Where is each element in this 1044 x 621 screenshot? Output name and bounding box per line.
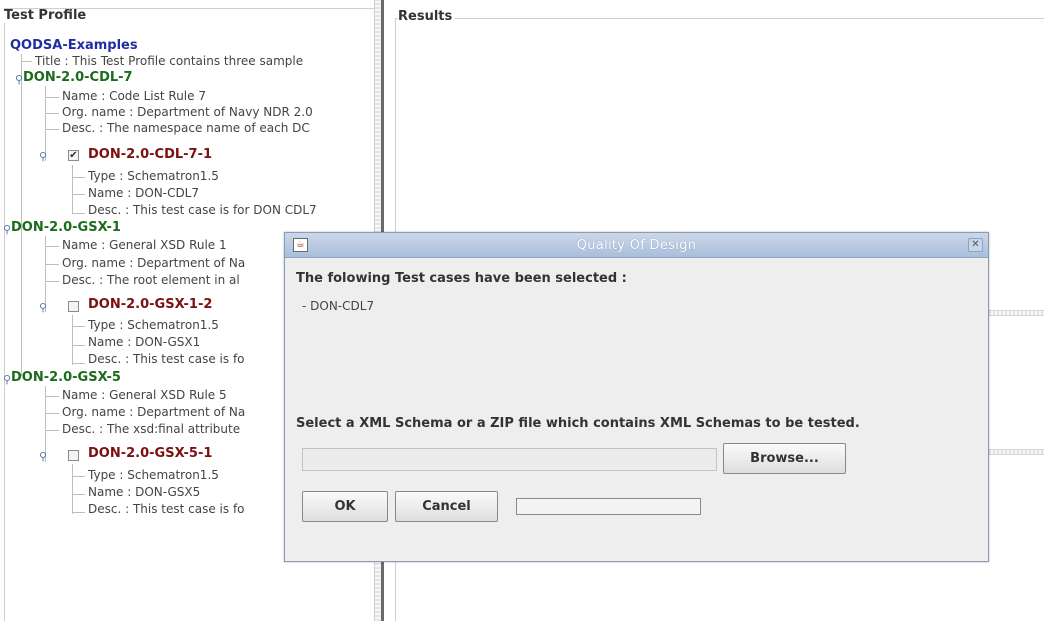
tree-testcase-type: Type : Schematron1.5 [88,468,219,482]
checkmark-icon: ✔ [69,150,78,161]
tree-testcase-desc: Desc. : This test case is for DON CDL7 [88,203,317,217]
quality-of-design-dialog: ☕ Quality Of Design ✕ The folowing Test … [284,232,989,562]
tree-testcase-name: Name : DON-CDL7 [88,186,200,200]
testcase-checkbox[interactable] [68,450,79,461]
results-title: Results [398,10,456,24]
selected-case-item: - DON-CDL7 [302,299,375,313]
tree-rule-name: Name : General XSD Rule 1 [62,238,227,252]
schema-instruction: Select a XML Schema or a ZIP file which … [296,416,860,431]
selected-cases-heading: The folowing Test cases have been select… [296,271,627,286]
tree-rule-name: Name : General XSD Rule 5 [62,388,227,402]
tree-rule-org: Org. name : Department of Na [62,405,246,419]
tree-testcase-name: Name : DON-GSX5 [88,485,201,499]
tree-rule-desc: Desc. : The root element in al [62,273,240,287]
tree-testcase-cdl-7-1[interactable]: DON-2.0-CDL-7-1 [88,147,212,162]
tree-root[interactable]: QODSA-Examples [10,38,138,53]
tree-expand-handle-icon[interactable]: ⚲ [15,74,23,85]
close-icon[interactable]: ✕ [968,238,983,252]
browse-button[interactable]: Browse... [723,443,846,474]
tree-expand-handle-icon[interactable]: ⚲ [39,302,47,313]
tree-testcase-type: Type : Schematron1.5 [88,169,219,183]
tree-root-title: Title : This Test Profile contains three… [35,54,304,68]
tree-expand-handle-icon[interactable]: ⚲ [3,374,11,385]
dialog-titlebar[interactable]: ☕ Quality Of Design ✕ [285,233,988,258]
cancel-button[interactable]: Cancel [395,491,498,522]
tree-testcase-name: Name : DON-GSX1 [88,335,201,349]
tree-expand-handle-icon[interactable]: ⚲ [39,151,47,162]
tree-testcase-desc: Desc. : This test case is fo [88,352,245,366]
tree-rule-desc: Desc. : The xsd:final attribute [62,422,241,436]
progress-bar [516,498,701,515]
tree-testcase-desc: Desc. : This test case is fo [88,502,245,516]
testcase-checkbox[interactable]: ✔ [68,150,79,161]
schema-file-field[interactable] [302,448,717,471]
dialog-title: Quality Of Design [576,238,697,253]
testcase-checkbox[interactable] [68,301,79,312]
results-splitter[interactable] [989,310,1044,316]
tree-testcase-gsx-1-2[interactable]: DON-2.0-GSX-1-2 [88,297,212,312]
tree-rule-name: Name : Code List Rule 7 [62,89,206,103]
tree-rule-org: Org. name : Department of Navy NDR 2.0 [62,105,313,119]
results-splitter[interactable] [989,449,1044,455]
tree-expand-handle-icon[interactable]: ⚲ [3,224,11,235]
tree-rule-desc: Desc. : The namespace name of each DC [62,121,310,135]
tree-expand-handle-icon[interactable]: ⚲ [39,451,47,462]
tree-testcase-gsx-5-1[interactable]: DON-2.0-GSX-5-1 [88,446,212,461]
ok-button[interactable]: OK [302,491,388,522]
tree-rule-cdl-7[interactable]: DON-2.0-CDL-7 [23,70,133,85]
tree-rule-gsx-1[interactable]: DON-2.0-GSX-1 [11,220,121,235]
tree-testcase-type: Type : Schematron1.5 [88,318,219,332]
tree-rule-org: Org. name : Department of Na [62,256,246,270]
tree-rule-gsx-5[interactable]: DON-2.0-GSX-5 [11,370,121,385]
